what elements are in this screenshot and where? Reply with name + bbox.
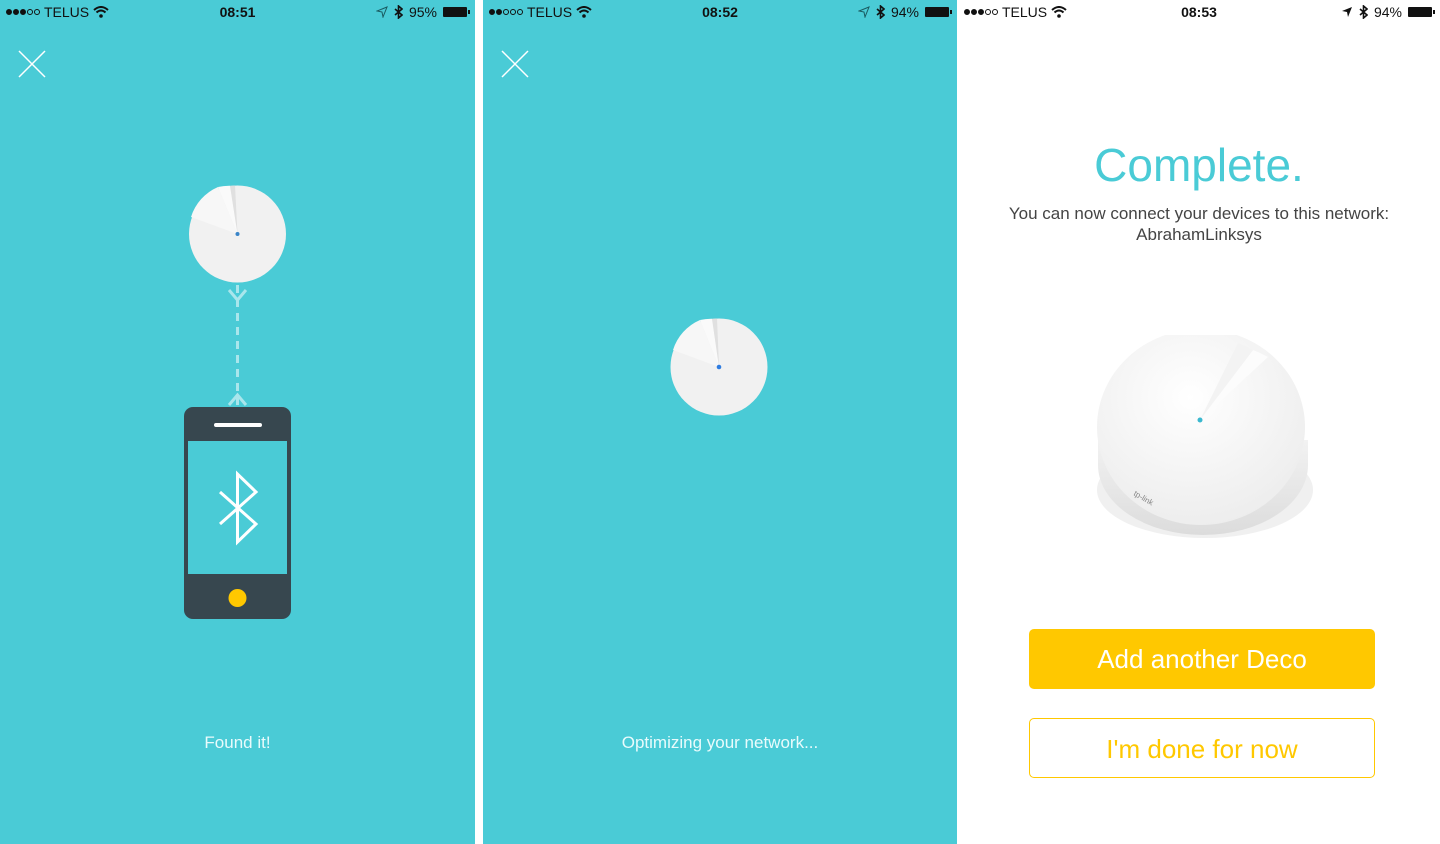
- battery-percent: 94%: [1373, 4, 1402, 20]
- battery-icon: [925, 7, 952, 17]
- bluetooth-icon: [394, 5, 403, 19]
- battery-percent: 94%: [890, 4, 919, 20]
- led-indicator: [1197, 417, 1203, 423]
- close-icon[interactable]: [501, 50, 529, 78]
- deco-unit-icon: [670, 318, 768, 416]
- deco-unit-icon: [189, 185, 286, 283]
- status-caption: Found it!: [204, 733, 271, 752]
- status-caption: Optimizing your network...: [621, 733, 819, 752]
- bluetooth-pairing-illustration: [184, 185, 291, 619]
- status-bar: TELUS 08:52 94%: [483, 0, 957, 24]
- subtitle-text: You can now connect your devices to this…: [1008, 204, 1390, 223]
- led-indicator: [716, 364, 722, 370]
- add-another-deco-button[interactable]: Add another Deco: [1029, 629, 1375, 689]
- network-info: You can now connect your devices to this…: [958, 203, 1440, 245]
- home-button-icon: [228, 589, 247, 607]
- battery-icon: [443, 7, 470, 17]
- bluetooth-icon: [876, 5, 885, 19]
- network-name: AbrahamLinksys: [1136, 225, 1262, 244]
- screen-found-it: TELUS 08:51 95% Found it!: [0, 0, 475, 844]
- close-icon[interactable]: [18, 50, 46, 78]
- page-title: Complete.: [1094, 139, 1304, 191]
- deco-device-image: tp-link: [1097, 335, 1313, 538]
- phone-icon: [184, 407, 291, 619]
- location-icon: [375, 6, 388, 18]
- location-icon: [857, 6, 870, 18]
- status-bar: TELUS 08:51 95%: [0, 0, 475, 24]
- done-for-now-button[interactable]: I'm done for now: [1029, 718, 1375, 778]
- status-bar: TELUS 08:53 94%: [958, 0, 1440, 24]
- connection-arrows: [227, 285, 248, 406]
- location-icon: [1341, 7, 1352, 17]
- battery-icon: [1408, 7, 1435, 17]
- battery-percent: 95%: [408, 4, 437, 20]
- screen-complete: TELUS 08:53 94% Complete. You can now co…: [958, 0, 1440, 844]
- bluetooth-icon: [1359, 5, 1368, 19]
- screen-optimizing: TELUS 08:52 94% Optimizing your network.…: [483, 0, 957, 844]
